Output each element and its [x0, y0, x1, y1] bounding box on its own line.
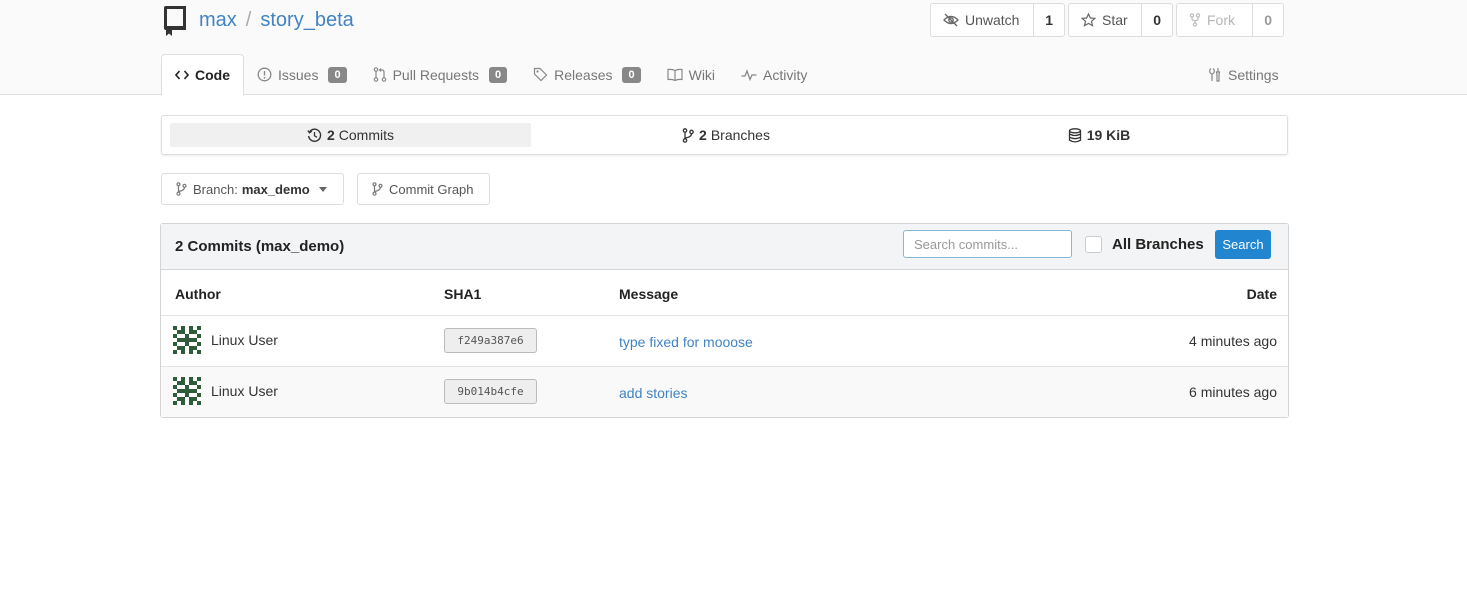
book-icon	[667, 68, 683, 81]
tab-wiki[interactable]: Wiki	[654, 54, 728, 95]
search-commits-input[interactable]	[903, 230, 1072, 258]
message-column-header: Message	[619, 286, 679, 302]
author-column-header: Author	[175, 286, 221, 302]
commits-count: 2	[326, 127, 335, 143]
commits-table: 2 Commits (max_demo) All Branches Search…	[160, 223, 1289, 418]
fork-label: Fork	[1207, 12, 1235, 28]
commit-author[interactable]: Linux User	[211, 383, 278, 399]
avatar	[173, 326, 201, 354]
branches-label: Branches	[710, 127, 770, 143]
commit-message-link[interactable]: type fixed for mooose	[619, 334, 753, 350]
commit-graph-button[interactable]: Commit Graph	[357, 173, 490, 205]
repo-icon	[164, 6, 186, 36]
tab-issues[interactable]: Issues 0	[244, 54, 360, 95]
repo-size: 19 KiB	[1086, 127, 1131, 143]
commit-date: 6 minutes ago	[1189, 384, 1277, 400]
issues-count-badge: 0	[328, 66, 347, 83]
tab-pull-requests[interactable]: Pull Requests 0	[360, 54, 521, 95]
watch-button-group: Unwatch 1	[930, 3, 1065, 37]
branch-icon	[176, 182, 187, 196]
repo-owner-link[interactable]: max	[199, 9, 237, 31]
search-button[interactable]: Search	[1215, 230, 1271, 259]
tab-settings-label: Settings	[1228, 66, 1279, 83]
tab-issues-label: Issues	[278, 66, 319, 83]
eye-slash-icon	[943, 13, 959, 27]
repo-tabs: Code Issues 0 Pull Requests 0 Releases 0…	[161, 54, 820, 96]
branches-count: 2	[699, 127, 707, 143]
fork-icon	[1189, 13, 1201, 27]
history-icon	[307, 128, 322, 142]
tab-activity[interactable]: Activity	[728, 54, 820, 95]
commits-label: Commits	[338, 127, 395, 143]
star-count[interactable]: 0	[1142, 4, 1172, 36]
tab-activity-label: Activity	[763, 66, 808, 83]
pull-requests-count-badge: 0	[488, 66, 508, 83]
pulse-icon	[741, 68, 757, 81]
date-column-header: Date	[1246, 286, 1277, 302]
fork-count: 0	[1264, 12, 1273, 28]
repo-title: max / story_beta	[199, 7, 354, 33]
pull-request-icon	[373, 67, 386, 82]
fork-button[interactable]: Fork	[1177, 4, 1254, 36]
star-label: Star	[1102, 12, 1128, 28]
commit-graph-label: Commit Graph	[389, 181, 474, 197]
releases-count-badge: 0	[622, 66, 641, 83]
star-button[interactable]: Star	[1069, 4, 1143, 36]
branches-stat[interactable]: 2 Branches	[531, 123, 921, 147]
tab-pull-requests-label: Pull Requests	[392, 66, 479, 83]
issue-icon	[257, 67, 272, 82]
star-icon	[1081, 13, 1096, 27]
tab-wiki-label: Wiki	[688, 66, 716, 83]
table-row: Linux User 9b014b4cfe add stories 6 minu…	[161, 366, 1288, 417]
database-icon	[1068, 127, 1081, 142]
chevron-down-icon	[318, 186, 327, 192]
fork-button-group: Fork 0	[1176, 3, 1284, 37]
size-stat: 19 KiB	[921, 123, 1281, 147]
tag-icon	[534, 67, 548, 82]
tab-releases-label: Releases	[554, 66, 613, 83]
commit-author[interactable]: Linux User	[211, 332, 278, 348]
tools-icon	[1209, 68, 1221, 82]
tab-settings[interactable]: Settings	[1195, 54, 1292, 95]
commits-stat[interactable]: 2 Commits	[170, 123, 531, 147]
table-row: Linux User f249a387e6 type fixed for moo…	[161, 315, 1288, 366]
commit-message-link[interactable]: add stories	[619, 385, 687, 401]
branch-icon	[372, 182, 383, 196]
commits-table-header: 2 Commits (max_demo) All Branches Search	[161, 224, 1288, 270]
branch-name: max_demo	[241, 181, 310, 197]
unwatch-button[interactable]: Unwatch	[931, 4, 1035, 36]
repo-stats-bar: 2 Commits 2 Branches 19 KiB	[161, 115, 1288, 155]
all-branches-checkbox[interactable]	[1085, 236, 1102, 253]
tab-releases[interactable]: Releases 0	[520, 54, 654, 95]
branch-icon	[682, 127, 694, 143]
commit-sha-label[interactable]: f249a387e6	[444, 328, 537, 353]
sha-column-header: SHA1	[444, 286, 482, 302]
unwatch-label: Unwatch	[965, 12, 1020, 28]
commit-sha-label[interactable]: 9b014b4cfe	[444, 379, 537, 404]
tab-code[interactable]: Code	[161, 54, 244, 96]
branch-dropdown[interactable]: Branch: max_demo	[161, 173, 344, 205]
branch-prefix: Branch:	[193, 181, 238, 197]
tab-code-label: Code	[195, 67, 230, 83]
watch-count[interactable]: 1	[1034, 4, 1064, 36]
code-icon	[175, 70, 189, 80]
star-button-group: Star 0	[1068, 3, 1173, 37]
path-separator: /	[245, 9, 252, 31]
repo-header: max / story_beta Unwatch 1 Star 0 Fork 0 C…	[0, 0, 1467, 96]
repo-name-link[interactable]: story_beta	[260, 9, 353, 31]
commit-date: 4 minutes ago	[1189, 333, 1277, 349]
commits-title: 2 Commits (max_demo)	[175, 238, 345, 255]
avatar	[173, 377, 201, 405]
all-branches-label[interactable]: All Branches	[1112, 236, 1204, 253]
